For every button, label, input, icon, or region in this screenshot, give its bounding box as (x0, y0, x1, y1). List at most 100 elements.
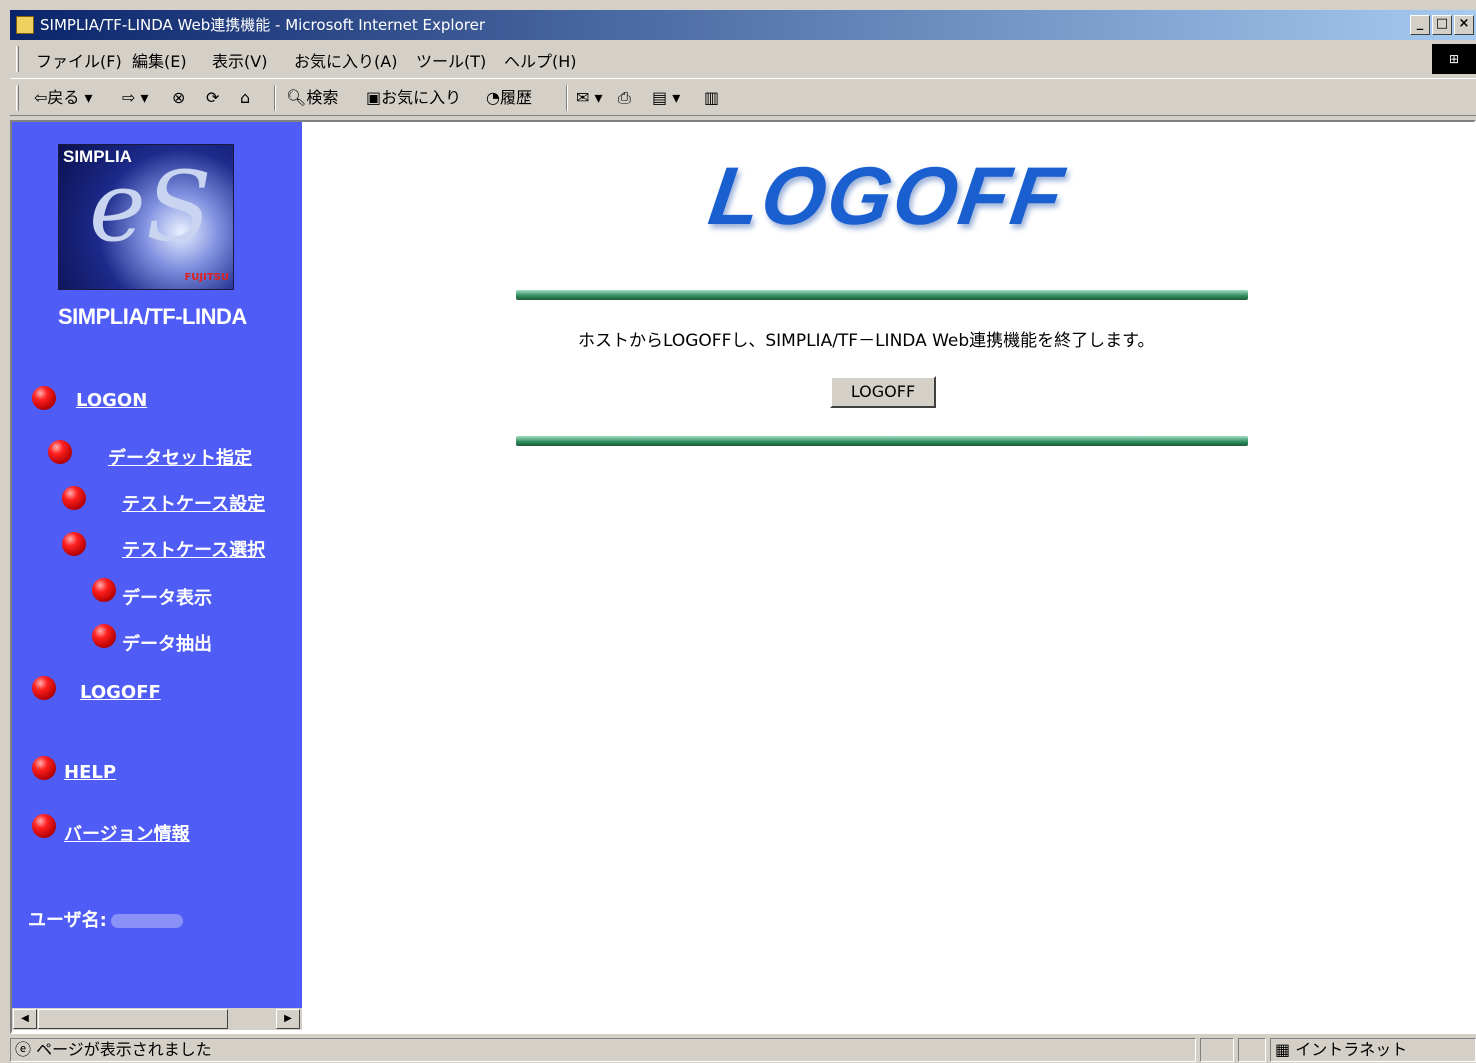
nav-data-extract-label: データ抽出 (122, 634, 212, 655)
scroll-right-button[interactable]: ▶ (276, 1009, 300, 1029)
logoff-banner: LOGOFF (703, 151, 1071, 242)
back-button[interactable]: ⇦戻る ▾ (34, 85, 93, 111)
nav-testcase-select[interactable]: テストケース選択 (122, 536, 265, 562)
zone-segment: ▦ イントラネット (1270, 1038, 1476, 1062)
status-text-segment: ⓔ ページが表示されました (10, 1038, 1196, 1062)
red-ball-icon (32, 386, 56, 410)
discuss-button[interactable]: ▥ (704, 85, 719, 111)
sidebar: SIMPLIA eS FUJITSU SIMPLIA/TF-LINDA LOGO… (12, 122, 302, 1030)
forward-arrow-icon: ⇨ (122, 88, 136, 107)
toolbar-separator (566, 85, 568, 111)
logo-es-mark: eS (89, 151, 212, 263)
menu-bar: ファイル(F) 編集(E) 表示(V) お気に入り(A) ツール(T) ヘルプ(… (10, 42, 1476, 76)
bottom-divider (516, 436, 1248, 446)
nav-help[interactable]: HELP (64, 762, 116, 783)
favorites-icon: ▣ (366, 88, 382, 107)
history-icon: ◔ (486, 88, 500, 107)
scroll-thumb[interactable] (38, 1009, 228, 1029)
maximize-button[interactable]: □ (1432, 15, 1452, 35)
nav-data-display-label: データ表示 (122, 588, 212, 609)
menu-view[interactable]: 表示(V) (212, 48, 267, 72)
nav-testcase-select-link[interactable]: テストケース選択 (122, 540, 265, 561)
red-ball-icon (92, 578, 116, 602)
ie-app-icon (16, 16, 34, 34)
intranet-icon: ▦ (1275, 1040, 1296, 1059)
status-segment-empty (1200, 1038, 1234, 1062)
menu-help[interactable]: ヘルプ(H) (504, 48, 577, 72)
history-label: 履歴 (499, 88, 532, 107)
username-label: ユーザ名: (28, 910, 107, 931)
minimize-button[interactable]: _ (1410, 15, 1430, 35)
mail-button[interactable]: ✉ ▾ (576, 85, 603, 111)
top-divider (516, 290, 1248, 300)
history-button[interactable]: ◔履歴 (486, 85, 532, 111)
sidebar-horizontal-scrollbar[interactable]: ◀ ▶ (12, 1008, 302, 1030)
nav-logoff-link[interactable]: LOGOFF (80, 682, 161, 703)
print-icon: ⎙ (618, 88, 631, 107)
toolbar-separator (274, 85, 276, 111)
red-ball-icon (48, 440, 72, 464)
search-button[interactable]: 🔍︎検索 (286, 85, 338, 111)
home-button[interactable]: ⌂ (240, 85, 250, 111)
print-button[interactable]: ⎙ (618, 85, 631, 111)
menu-tools[interactable]: ツール(T) (416, 48, 486, 72)
menu-favorites[interactable]: お気に入り(A) (294, 48, 397, 72)
title-bar: SIMPLIA/TF-LINDA Web連携機能 - Microsoft Int… (10, 10, 1476, 40)
search-label: 検索 (306, 88, 339, 107)
nav-testcase-setting-link[interactable]: テストケース設定 (122, 494, 265, 515)
toolbar-grip (16, 85, 19, 111)
product-name: SIMPLIA/TF-LINDA (58, 304, 247, 329)
nav-dataset-link[interactable]: データセット指定 (108, 448, 252, 469)
menu-file[interactable]: ファイル(F) (36, 48, 122, 72)
nav-dataset[interactable]: データセット指定 (108, 444, 252, 470)
nav-logon[interactable]: LOGON (76, 390, 147, 411)
menu-grip (16, 46, 19, 72)
status-text: ページが表示されました (36, 1040, 212, 1059)
edit-icon: ▤ (652, 88, 668, 107)
search-icon: 🔍︎ (286, 88, 307, 107)
nav-data-display: データ表示 (122, 584, 212, 610)
red-ball-icon (62, 486, 86, 510)
red-ball-icon (32, 756, 56, 780)
stop-button[interactable]: ⊗ (172, 85, 185, 111)
content-area: SIMPLIA eS FUJITSU SIMPLIA/TF-LINDA LOGO… (10, 120, 1476, 1034)
close-button[interactable]: × (1454, 15, 1474, 35)
nav-version-link[interactable]: バージョン情報 (64, 824, 190, 845)
nav-version[interactable]: バージョン情報 (64, 820, 190, 846)
red-ball-icon (32, 676, 56, 700)
zone-label: イントラネット (1295, 1040, 1408, 1059)
discuss-icon: ▥ (704, 88, 720, 107)
stop-icon: ⊗ (172, 88, 186, 107)
main-frame: LOGOFF ホストからLOGOFFし、SIMPLIA/TF－LINDA Web… (302, 122, 1474, 1032)
nav-help-link[interactable]: HELP (64, 762, 116, 783)
page-done-icon: ⓔ (15, 1040, 37, 1059)
nav-testcase-setting[interactable]: テストケース設定 (122, 490, 265, 516)
logoff-button[interactable]: LOGOFF (830, 376, 936, 408)
favorites-label: お気に入り (381, 88, 462, 107)
browser-window: SIMPLIA/TF-LINDA Web連携機能 - Microsoft Int… (0, 0, 1476, 1063)
nav-logoff[interactable]: LOGOFF (80, 682, 161, 703)
status-segment-empty (1238, 1038, 1266, 1062)
favorites-button[interactable]: ▣お気に入り (366, 85, 461, 111)
username-redacted (110, 914, 183, 928)
home-icon: ⌂ (240, 88, 251, 107)
refresh-icon: ⟳ (206, 88, 220, 107)
nav-logon-link[interactable]: LOGON (76, 390, 147, 411)
simplia-logo: SIMPLIA eS FUJITSU (58, 144, 234, 290)
username-row: ユーザ名: (28, 906, 183, 932)
logoff-message: ホストからLOGOFFし、SIMPLIA/TF－LINDA Web連携機能を終了… (578, 331, 1155, 351)
back-label: 戻る (47, 88, 80, 107)
scroll-left-button[interactable]: ◀ (13, 1009, 37, 1029)
toolbar: ⇦戻る ▾ ⇨ ▾ ⊗ ⟳ ⌂ 🔍︎検索 ▣お気に入り ◔履歴 ✉ ▾ ⎙ ▤ … (10, 78, 1476, 116)
fujitsu-brand: FUJITSU (184, 272, 229, 283)
red-ball-icon (62, 532, 86, 556)
red-ball-icon (92, 624, 116, 648)
nav-data-extract: データ抽出 (122, 630, 212, 656)
red-ball-icon (32, 814, 56, 838)
edit-button[interactable]: ▤ ▾ (652, 85, 680, 111)
forward-button[interactable]: ⇨ ▾ (122, 85, 149, 111)
mail-icon: ✉ (576, 88, 590, 107)
back-arrow-icon: ⇦ (34, 88, 48, 107)
refresh-button[interactable]: ⟳ (206, 85, 219, 111)
menu-edit[interactable]: 編集(E) (132, 48, 187, 72)
